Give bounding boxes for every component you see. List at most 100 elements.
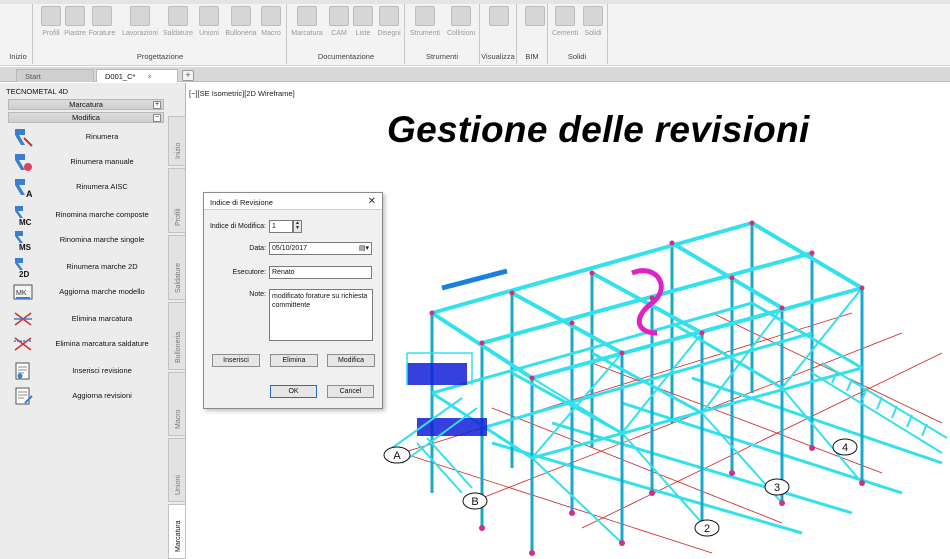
saldature-icon (168, 6, 188, 26)
ribbon-item-unioni[interactable]: Unioni (196, 6, 222, 48)
vtab-unioni[interactable]: Unioni (168, 438, 186, 502)
ribbon-item-liste[interactable]: Liste (350, 6, 376, 48)
cmd-rinumera[interactable]: Rinumera (10, 125, 166, 149)
cementi-icon (555, 6, 575, 26)
notes-field[interactable]: modificato forature su richiesta committ… (269, 289, 373, 341)
overlay-title: Gestione delle revisioni (387, 109, 810, 150)
grid-label-2: 2 (704, 523, 710, 535)
ribbon-item-piastre[interactable]: Piastre (62, 6, 88, 48)
vtab-saldature[interactable]: Saldature (168, 235, 186, 300)
strumenti-icon (415, 6, 435, 26)
executor-field[interactable]: Renato (269, 266, 372, 279)
marcatura-icon (297, 6, 317, 26)
document-tab-bar: Start D001_C* × + (0, 67, 950, 82)
ribbon-item-saldature[interactable]: Saldature (163, 6, 193, 48)
visualizza-icon (489, 6, 509, 26)
ribbon-item-cam[interactable]: CAM (326, 6, 352, 48)
cmd-aggiorna-marche-modello[interactable]: MK Aggiorna marche modello (10, 280, 166, 304)
cmd-rinomina-marche-singole[interactable]: MS Rinomina marche singole (10, 228, 166, 252)
notes-label: Note: (249, 291, 266, 298)
ribbon-item-bulloneria[interactable]: Bulloneria (225, 6, 257, 48)
ribbon-group-inizio[interactable]: Inizio (4, 52, 32, 64)
ribbon: Profili Piastre Forature Lavorazioni Sal… (0, 0, 950, 66)
ribbon-item-marcatura[interactable]: Marcatura (291, 6, 323, 48)
tab-document[interactable]: D001_C* × (96, 69, 178, 82)
ribbon-item-bim[interactable] (522, 6, 548, 48)
delete-marking-icon (14, 312, 32, 326)
expand-icon[interactable]: + (153, 101, 161, 109)
renumber-manual-icon (15, 154, 32, 171)
ribbon-item-visualizza[interactable] (486, 6, 512, 48)
close-icon[interactable]: × (147, 72, 151, 81)
panel-title: TECNOMETAL 4D (6, 87, 69, 96)
steel-structure-model: A B 2 3 4 (383, 220, 947, 556)
ribbon-item-cementi[interactable]: Cementi (552, 6, 578, 48)
close-icon[interactable]: ✕ (368, 196, 376, 207)
cmd-rinumera-aisc[interactable]: A Rinumera AISC (10, 175, 166, 199)
ribbon-group-solidi: Solidi (567, 52, 587, 61)
insert-button[interactable]: Inserisci (212, 354, 260, 367)
ribbon-item-macro[interactable]: Macro (258, 6, 284, 48)
ribbon-item-collisioni[interactable]: Collisioni (447, 6, 475, 48)
section-modifica[interactable]: Modifica − (8, 112, 164, 123)
lavorazioni-icon (130, 6, 150, 26)
collapse-icon[interactable]: − (153, 114, 161, 122)
vtab-bulloneria[interactable]: Bulloneria (168, 302, 186, 370)
ribbon-group-progettazione: Progettazione (136, 52, 184, 61)
delete-button[interactable]: Elimina (270, 354, 318, 367)
tab-start[interactable]: Start (16, 69, 94, 82)
executor-label: Esecutore: (232, 269, 266, 276)
cmd-aggiorna-revisioni[interactable]: Aggiorna revisioni (10, 384, 166, 408)
profili-icon (41, 6, 61, 26)
ribbon-group-bim: BIM (525, 52, 539, 61)
rename-ms-icon: MS (15, 231, 32, 251)
dialog-title: Indice di Revisione (210, 198, 273, 207)
forature-icon (92, 6, 112, 26)
vtab-profili[interactable]: Profili (168, 168, 186, 233)
ribbon-item-forature[interactable]: Forature (89, 6, 115, 48)
vtab-macro[interactable]: Macro (168, 372, 186, 436)
disegni-icon (379, 6, 399, 26)
delete-weld-marking-icon (14, 337, 32, 351)
piastre-icon (65, 6, 85, 26)
cancel-button[interactable]: Cancel (327, 385, 374, 398)
ribbon-separator (607, 4, 608, 64)
date-label: Data: (249, 245, 266, 252)
vtab-marcatura[interactable]: Marcatura (168, 504, 186, 559)
vtab-inizio[interactable]: Inizio (168, 116, 186, 166)
renumber-icon (15, 129, 33, 147)
svg-text:MC: MC (19, 218, 32, 226)
viewport-controls[interactable]: [−][SE Isometric][2D Wireframe] (189, 89, 295, 98)
modify-button[interactable]: Modifica (327, 354, 375, 367)
section-marcatura[interactable]: Marcatura + (8, 99, 164, 110)
svg-text:MK: MK (16, 290, 27, 297)
renumber-2d-icon: 2D (15, 258, 29, 278)
left-platform (391, 268, 508, 494)
ribbon-item-disegni[interactable]: Disegni (376, 6, 402, 48)
ok-button[interactable]: OK (270, 385, 317, 398)
renumber-aisc-icon: A (15, 179, 33, 198)
ribbon-top-strip (0, 0, 950, 4)
add-tab-button[interactable]: + (182, 70, 194, 81)
cmd-rinumera-marche-2d[interactable]: 2D Rinumera marche 2D (10, 255, 166, 279)
ribbon-item-strumenti[interactable]: Strumenti (410, 6, 440, 48)
svg-text:MS: MS (19, 243, 32, 251)
revision-index-dialog: Indice di Revisione ✕ Indice di Modifica… (203, 192, 383, 409)
ribbon-item-solidi[interactable]: Solidi (580, 6, 606, 48)
top-frame (430, 221, 864, 380)
cmd-rinomina-marche-composte[interactable]: MC Rinomina marche composte (10, 203, 166, 227)
ribbon-group-visualizza: Visualizza (481, 52, 515, 61)
ribbon-group-strumenti: Strumenti (425, 52, 459, 61)
cmd-elimina-marcatura-saldature[interactable]: Elimina marcatura saldature (10, 332, 166, 356)
ribbon-item-lavorazioni[interactable]: Lavorazioni (122, 6, 158, 48)
date-field[interactable]: 05/10/2017 ▤▾ (269, 242, 372, 255)
calendar-dropdown-icon[interactable]: ▤▾ (359, 244, 369, 252)
index-spinner[interactable]: ▲ ▼ (293, 220, 302, 233)
index-label: Indice di Modifica: (209, 223, 266, 230)
cmd-rinumera-manuale[interactable]: Rinumera manuale (10, 150, 166, 174)
ribbon-group-documentazione: Documentazione (317, 52, 375, 61)
cmd-inserisci-revisione[interactable]: Inserisci revisione (10, 359, 166, 383)
ribbon-item-profili[interactable]: Profili (38, 6, 64, 48)
index-field[interactable]: 1 (269, 220, 293, 233)
cmd-elimina-marcatura[interactable]: Elimina marcatura (10, 307, 166, 331)
